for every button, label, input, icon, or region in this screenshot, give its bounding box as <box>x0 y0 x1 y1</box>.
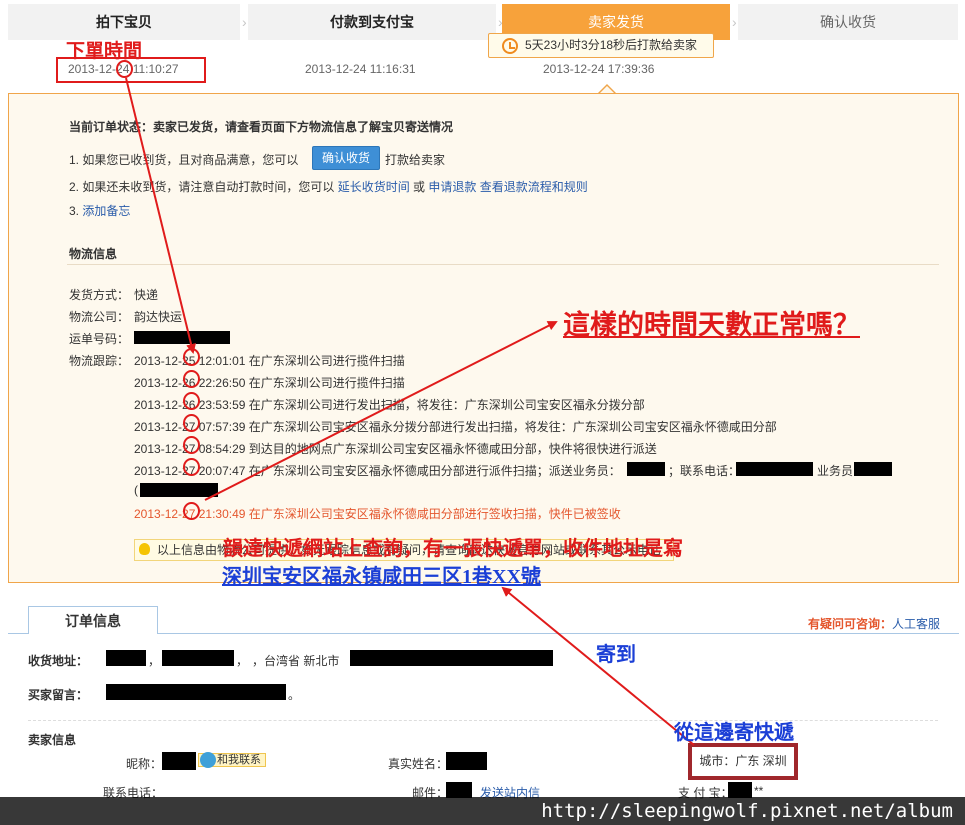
date-highlight-circle <box>183 436 200 454</box>
redacted-nickname <box>162 752 196 770</box>
courier-phone-label: ；联系电话： <box>668 464 741 478</box>
shipping-method: 快递 <box>134 288 159 302</box>
chevron-right-icon: › <box>732 14 737 30</box>
date-highlight-circle <box>183 392 200 410</box>
album-watermark: http://sleepingwolf.pixnet.net/album <box>541 800 953 822</box>
redacted-alipay <box>728 782 752 798</box>
tracking-number-label: 运单号码： <box>69 332 130 346</box>
redacted-courier-extra <box>140 483 218 497</box>
clock-icon <box>502 38 518 54</box>
step-shipped-time: 2013-12-24 17:39:36 <box>543 62 655 76</box>
tracking-event: 2013-12-26 22:26:50 在广东深圳公司进行揽件扫描 <box>134 376 405 390</box>
alipay-tail: ** <box>754 784 764 798</box>
date-highlight-circle <box>183 502 200 520</box>
status-line-3: 3. 添加备忘 <box>69 202 130 219</box>
status-line-1: 1. 如果您已收到货，且对商品满意，您可以 <box>69 153 299 167</box>
redacted-courier-name <box>627 462 665 476</box>
annotation-sent-from: 從這邊寄快遞 <box>674 722 794 744</box>
order-status: 当前订单状态：卖家已发货，请查看页面下方物流信息了解宝贝寄送情况 <box>69 118 453 135</box>
countdown-text: 5天23小时3分18秒后打款给卖家 <box>525 38 698 52</box>
tracking-event: 2013-12-27 07:57:39 在广东深圳公司宝安区福永分拨分部进行发出… <box>134 420 777 434</box>
date-highlight-circle <box>183 458 200 476</box>
step-paid-time: 2013-12-24 11:16:31 <box>305 62 416 76</box>
logistics-company-label: 物流公司： <box>69 310 130 324</box>
date-highlight-circle <box>183 348 200 366</box>
annotation-sent-to: 寄到 <box>596 644 636 666</box>
address-label: 收货地址： <box>28 654 89 668</box>
real-name-label: 真实姓名： <box>388 757 449 771</box>
redacted-address <box>350 650 553 666</box>
status-line-2: 2. 如果还未收到货，请注意自动打款时间，您可以 延长收货时间 或 申请退款 查… <box>69 178 588 195</box>
redacted-phone <box>162 650 234 666</box>
address-separator: ， <box>148 654 161 668</box>
or-text: 或 <box>413 180 426 194</box>
courier-label: 业务员 <box>817 464 854 478</box>
tracking-event: 2013-12-25 12:01:01 在广东深圳公司进行揽件扫描 <box>134 354 405 368</box>
confirm-receipt-button[interactable]: 确认收货 <box>312 146 380 170</box>
shipping-method-label: 发货方式： <box>69 288 130 302</box>
contact-seller-label: 和我联系 <box>217 754 261 766</box>
chat-icon <box>200 752 216 768</box>
refund-rules-link[interactable]: 查看退款流程和规则 <box>480 180 588 194</box>
redacted-recipient <box>106 650 146 666</box>
logistics-company: 韵达快运 <box>134 310 183 324</box>
divider <box>67 264 939 265</box>
tracking-event: 2013-12-27 20:07:47 在广东深圳公司宝安区福永怀德咸田分部进行… <box>134 464 621 478</box>
redacted-message <box>106 684 286 700</box>
seller-city-text: 城市：广东 深圳 <box>699 754 787 768</box>
payment-countdown: 5天23小时3分18秒后打款给卖家 <box>488 33 714 58</box>
step-paid: 付款到支付宝 <box>248 4 496 40</box>
seller-info-heading: 卖家信息 <box>28 733 77 747</box>
tab-order-info[interactable]: 订单信息 <box>28 606 158 634</box>
customer-service-link[interactable]: 人工客服 <box>892 617 940 631</box>
logistics-heading: 物流信息 <box>69 247 118 261</box>
courier-paren: ( <box>134 483 138 497</box>
help-contact: 有疑问可咨询：人工客服 <box>808 615 940 632</box>
date-highlight-circle <box>183 414 200 432</box>
chevron-right-icon: › <box>242 14 247 30</box>
buyer-message-label: 买家留言： <box>28 688 89 702</box>
tracking-event: 2013-12-26 23:53:59 在广东深圳公司进行发出扫描，将发往：广东… <box>134 398 645 412</box>
redacted-courier-phone <box>736 462 813 476</box>
seller-city: 城市：广东 深圳 <box>688 743 798 780</box>
status-label: 当前订单状态： <box>69 120 154 134</box>
divider <box>28 720 938 721</box>
annotation-search-result: 韻達快遞網站上查詢，有一張快遞單，收件地址是寫 <box>223 538 683 560</box>
annotation-question: 這樣的時間天數正常嗎？ <box>563 310 860 340</box>
status-text: 卖家已发货，请查看页面下方物流信息了解宝贝寄送情况 <box>153 120 454 134</box>
contact-seller-button[interactable]: 和我联系 <box>198 752 266 768</box>
address-region: ，台湾省 新北市 <box>252 654 340 668</box>
order-progress: 拍下宝贝 › 付款到支付宝 › 卖家发货 › 确认收货 <box>8 4 958 40</box>
redacted-email <box>446 782 472 798</box>
lightbulb-icon <box>139 543 150 555</box>
tracking-label: 物流跟踪： <box>69 354 130 368</box>
help-label: 有疑问可咨询： <box>808 617 893 631</box>
date-highlight-circle <box>183 370 200 388</box>
redacted-courier <box>854 462 892 476</box>
nickname-label: 昵称： <box>126 757 163 771</box>
status-line-1-suffix: 打款给卖家 <box>385 153 446 167</box>
status-line-2-text: 2. 如果还未收到货，请注意自动打款时间，您可以 <box>69 180 335 194</box>
annotation-order-time: 下單時間 <box>66 41 143 62</box>
tracking-event-signed: 2013-12-27 21:30:49 在广东深圳公司宝安区福永怀德咸田分部进行… <box>134 507 621 521</box>
redacted-tracking-number <box>134 331 230 344</box>
add-memo-link[interactable]: 添加备忘 <box>82 204 130 218</box>
status-line-3-num: 3. <box>69 204 80 218</box>
step-ordered: 拍下宝贝 <box>8 4 240 40</box>
message-tail: 。 <box>288 688 301 702</box>
tracking-event: 2013-12-27 08:54:29 到达目的地网点广东深圳公司宝安区福永怀德… <box>134 442 657 456</box>
step-confirm-receipt: 确认收货 <box>738 4 958 40</box>
extend-receipt-link[interactable]: 延长收货时间 <box>338 180 410 194</box>
apply-refund-link[interactable]: 申请退款 <box>428 180 476 194</box>
redacted-real-name <box>446 752 487 770</box>
address-separator: ， <box>236 654 249 668</box>
annotation-address: 深圳宝安区福永镇咸田三区1巷XX號 <box>222 566 541 588</box>
